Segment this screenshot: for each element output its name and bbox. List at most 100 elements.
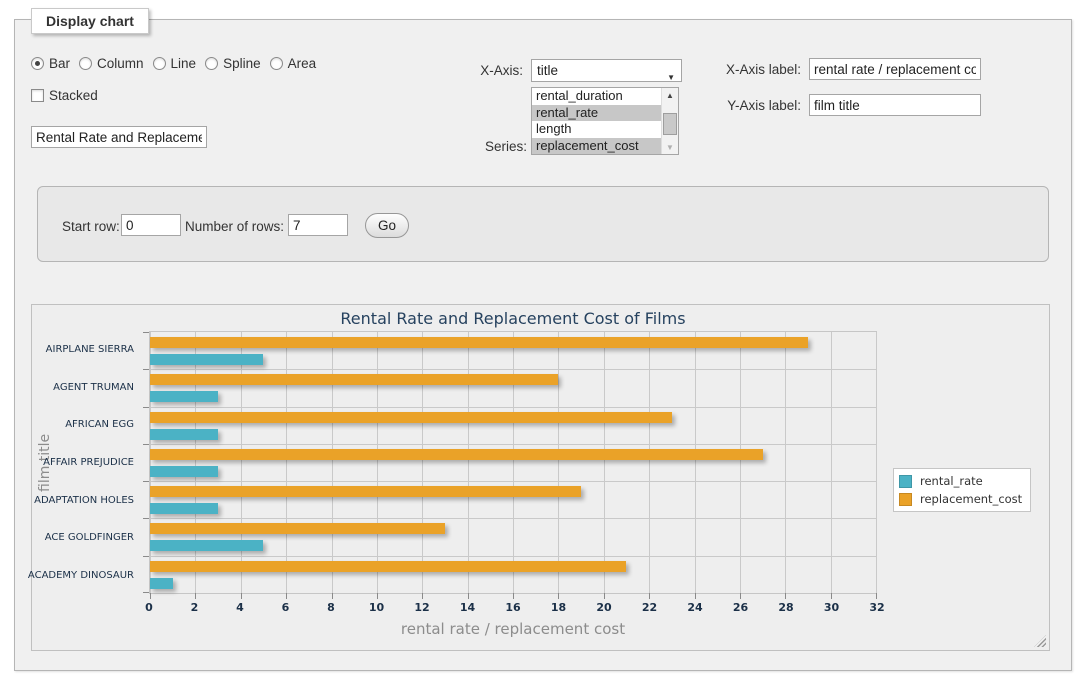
y-tick-mark [143, 518, 149, 519]
x-tick-mark [740, 593, 741, 599]
series-option-replacement_cost[interactable]: replacement_cost [532, 138, 661, 155]
x-tick-label: 30 [824, 601, 839, 614]
x-axis-select-value: title [537, 63, 558, 78]
x-tick-labels: 02468101214161820222426283032 [149, 601, 877, 615]
legend-label: rental_rate [920, 474, 983, 488]
x-tick-mark [513, 593, 514, 599]
x-tick-label: 2 [191, 601, 199, 614]
x-tick-label: 12 [414, 601, 429, 614]
legend-swatch-rental_rate [899, 475, 912, 488]
series-list-label: Series: [435, 139, 527, 154]
start-row-input[interactable] [121, 214, 181, 236]
bar-rental_rate [150, 540, 263, 551]
x-tick-mark [241, 593, 242, 599]
y-tick-mark [143, 369, 149, 370]
bar-rental_rate [150, 429, 218, 440]
x-tick-label: 26 [733, 601, 748, 614]
x-tick-label: 28 [778, 601, 793, 614]
x-axis-select[interactable]: title ▼ [531, 59, 682, 82]
x-tick-label: 10 [369, 601, 384, 614]
chart-title: Rental Rate and Replacement Cost of Film… [149, 309, 877, 328]
chart-type-option-label: Spline [223, 56, 261, 71]
fieldset-legend: Display chart [31, 8, 149, 34]
category-band [150, 369, 876, 406]
series-option-rental_duration[interactable]: rental_duration [532, 88, 661, 105]
radio-icon[interactable] [31, 57, 44, 70]
y-tick-mark [143, 481, 149, 482]
category-label: ACADEMY DINOSAUR [32, 556, 142, 594]
x-axis-label-label: X-Axis label: [711, 62, 801, 77]
x-tick-mark [785, 593, 786, 599]
chart-title-input[interactable] [31, 126, 207, 148]
stacked-checkbox[interactable] [31, 89, 44, 102]
scrollbar-up-icon[interactable]: ▲ [662, 88, 678, 102]
scrollbar-thumb[interactable] [663, 113, 677, 135]
chart-type-option-column[interactable]: Column [79, 56, 144, 71]
series-list-scrollbar[interactable]: ▲ ▼ [661, 88, 678, 154]
bar-rental_rate [150, 578, 173, 589]
category-band [150, 332, 876, 369]
x-tick-mark [604, 593, 605, 599]
chevron-down-icon: ▼ [667, 67, 675, 88]
x-axis-title: rental rate / replacement cost [149, 620, 877, 638]
x-tick-label: 0 [145, 601, 153, 614]
series-option-rental_rate[interactable]: rental_rate [532, 105, 661, 122]
chart-type-option-line[interactable]: Line [153, 56, 197, 71]
x-tick-label: 18 [551, 601, 566, 614]
x-tick-mark [649, 593, 650, 599]
legend-item: rental_rate [899, 474, 1022, 488]
chart-type-radiogroup: Bar Column Line Spline Area [31, 56, 316, 71]
x-tick-mark [422, 593, 423, 599]
x-tick-mark [695, 593, 696, 599]
chart-type-option-label: Area [288, 56, 317, 71]
bar-replacement_cost [150, 486, 581, 497]
stacked-option[interactable]: Stacked [31, 88, 98, 103]
series-listbox-options: rental_durationrental_ratelengthreplacem… [532, 88, 661, 154]
category-band [150, 518, 876, 555]
row-range-panel: Start row: Number of rows: Go [37, 186, 1049, 262]
x-tick-mark [150, 593, 151, 599]
legend-item: replacement_cost [899, 492, 1022, 506]
y-tick-mark [143, 556, 149, 557]
x-tick-label: 4 [236, 601, 244, 614]
radio-icon[interactable] [153, 57, 166, 70]
bar-rental_rate [150, 391, 218, 402]
go-button[interactable]: Go [365, 213, 409, 238]
chart-legend: rental_rate replacement_cost [893, 468, 1031, 512]
resize-handle-icon[interactable] [1034, 635, 1046, 647]
number-of-rows-label: Number of rows: [185, 219, 284, 234]
vertical-gridline [876, 332, 877, 593]
bar-replacement_cost [150, 449, 763, 460]
bar-replacement_cost [150, 337, 808, 348]
x-tick-mark [876, 593, 877, 599]
series-listbox[interactable]: rental_durationrental_ratelengthreplacem… [531, 87, 679, 155]
x-tick-mark [831, 593, 832, 599]
category-band [150, 556, 876, 593]
radio-icon[interactable] [270, 57, 283, 70]
y-axis-label-label: Y-Axis label: [711, 98, 801, 113]
series-option-length[interactable]: length [532, 121, 661, 138]
number-of-rows-input[interactable] [288, 214, 348, 236]
display-chart-fieldset: Display chart BarColumnLineSplineArea St… [14, 19, 1072, 671]
chart-type-option-label: Line [171, 56, 197, 71]
chart-container: Rental Rate and Replacement Cost of Film… [31, 304, 1050, 651]
x-tick-mark [286, 593, 287, 599]
x-tick-mark [377, 593, 378, 599]
category-label: ACE GOLDFINGER [32, 519, 142, 557]
start-row-label: Start row: [62, 219, 120, 234]
category-labels: AIRPLANE SIERRAAGENT TRUMANAFRICAN EGGAF… [32, 331, 142, 594]
category-band [150, 407, 876, 444]
y-axis-label-input[interactable] [809, 94, 981, 116]
scrollbar-down-icon[interactable]: ▼ [662, 140, 678, 154]
y-tick-mark [143, 444, 149, 445]
radio-icon[interactable] [205, 57, 218, 70]
chart-type-option-bar[interactable]: Bar [31, 56, 70, 71]
chart-type-option-spline[interactable]: Spline [205, 56, 261, 71]
x-axis-label-input[interactable] [809, 58, 981, 80]
x-tick-label: 20 [596, 601, 611, 614]
radio-icon[interactable] [79, 57, 92, 70]
category-label: ADAPTATION HOLES [32, 481, 142, 519]
chart-type-option-area[interactable]: Area [270, 56, 317, 71]
category-label: AFFAIR PREJUDICE [32, 444, 142, 482]
chart-type-option-label: Bar [49, 56, 70, 71]
